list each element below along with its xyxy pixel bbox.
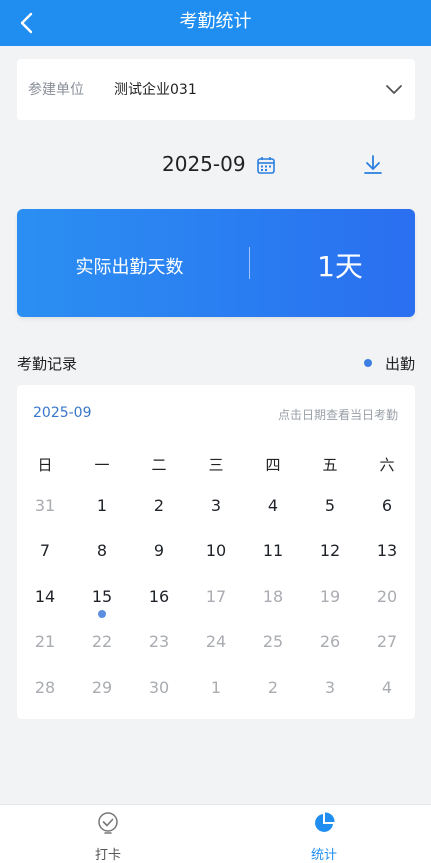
calendar-day[interactable]: 1: [196, 672, 236, 704]
calendar-day[interactable]: 26: [310, 626, 350, 658]
calendar-day[interactable]: 13: [367, 535, 407, 567]
calendar-day[interactable]: 2: [139, 490, 179, 522]
calendar-day[interactable]: 5: [310, 490, 350, 522]
weekday-header: 四: [265, 456, 281, 474]
calendar-day[interactable]: 11: [253, 535, 293, 567]
calendar-day[interactable]: 21: [25, 626, 65, 658]
calendar-day[interactable]: 20: [367, 581, 407, 613]
records-title: 考勤记录: [17, 355, 78, 373]
attendance-calendar: 2025-09 点击日期查看当日考勤 日一二三四五六 31 1 2 3 4 5 6 7 8 9 10 1…: [17, 385, 415, 719]
month-row: 2025-09: [0, 148, 431, 184]
calendar-day[interactable]: 24: [196, 626, 236, 658]
summary-label: 实际出勤天数: [75, 257, 184, 278]
tab-statistics[interactable]: 统计: [264, 805, 384, 863]
calendar-day[interactable]: 4: [367, 672, 407, 704]
calendar-day[interactable]: 2: [253, 672, 293, 704]
calendar-month: 2025-09: [33, 405, 92, 421]
calendar-day[interactable]: 12: [310, 535, 350, 567]
calendar-day[interactable]: 27: [367, 626, 407, 658]
calendar-day[interactable]: 25: [253, 626, 293, 658]
attendance-summary-banner: 实际出勤天数 1天: [17, 209, 415, 317]
calendar-hint: 点击日期查看当日考勤: [277, 408, 398, 422]
attendance-legend-dot: [364, 359, 372, 367]
calendar-day[interactable]: 16: [139, 581, 179, 613]
unit-selector[interactable]: 参建单位 测试企业031: [17, 59, 415, 120]
calendar-day[interactable]: 30: [139, 672, 179, 704]
chevron-down-icon[interactable]: [383, 78, 405, 100]
weekday-header: 五: [322, 456, 338, 474]
calendar-icon[interactable]: [255, 154, 277, 176]
page-title: 考勤统计: [179, 11, 252, 32]
weekday-header: 日: [37, 456, 53, 474]
calendar-day[interactable]: 19: [310, 581, 350, 613]
calendar-day[interactable]: 3: [310, 672, 350, 704]
calendar-day[interactable]: 4: [253, 490, 293, 522]
calendar-day[interactable]: 3: [196, 490, 236, 522]
unit-value: 测试企业031: [114, 82, 197, 98]
pie-chart-icon: [315, 812, 335, 832]
tab-statistics-label: 统计: [310, 848, 337, 863]
calendar-day[interactable]: 7: [25, 535, 65, 567]
attendance-dot: [98, 610, 106, 618]
calendar-day[interactable]: 22: [82, 626, 122, 658]
calendar-day[interactable]: 17: [196, 581, 236, 613]
weekday-header: 六: [379, 456, 395, 474]
weekday-header: 一: [94, 456, 110, 474]
header-bar: 考勤统计: [0, 0, 431, 46]
attendance-legend-label: 出勤: [385, 355, 416, 373]
calendar-day[interactable]: 8: [82, 535, 122, 567]
calendar-day[interactable]: 28: [25, 672, 65, 704]
tab-punch[interactable]: 打卡: [48, 805, 168, 863]
check-location-icon: [98, 812, 118, 834]
calendar-day[interactable]: 29: [82, 672, 122, 704]
bottom-tab-bar: 打卡 统计: [0, 804, 431, 863]
calendar-day[interactable]: 15: [82, 581, 122, 613]
download-icon[interactable]: [362, 153, 384, 177]
month-label: 2025-09: [162, 152, 246, 176]
calendar-day[interactable]: 9: [139, 535, 179, 567]
calendar-day[interactable]: 14: [25, 581, 65, 613]
calendar-day[interactable]: 1: [82, 490, 122, 522]
calendar-day[interactable]: 10: [196, 535, 236, 567]
summary-value: 1天: [317, 250, 363, 283]
calendar-day[interactable]: 6: [367, 490, 407, 522]
weekday-header: 三: [208, 456, 224, 474]
summary-divider: [249, 247, 250, 279]
tab-punch-label: 打卡: [94, 848, 121, 863]
calendar-day[interactable]: 23: [139, 626, 179, 658]
weekday-header: 二: [151, 456, 167, 474]
calendar-day[interactable]: 18: [253, 581, 293, 613]
unit-label: 参建单位: [28, 82, 84, 98]
calendar-day[interactable]: 31: [25, 490, 65, 522]
